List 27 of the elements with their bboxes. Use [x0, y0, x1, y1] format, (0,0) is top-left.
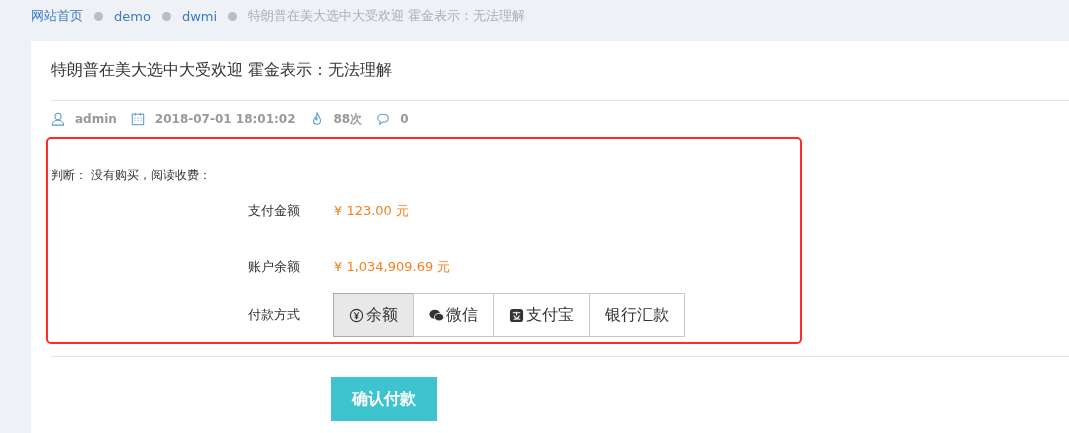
payment-notice: 判断： 没有购买，阅读收费：: [50, 167, 212, 184]
comment-count: 0: [400, 112, 409, 126]
comment-icon: [376, 112, 391, 126]
amount-value: ¥ 1,034,909.69 元: [334, 258, 451, 276]
breadcrumb-link[interactable]: demo: [114, 8, 151, 24]
field-label: 付款方式: [248, 306, 301, 324]
chat-bubbles-icon: [429, 307, 444, 323]
breadcrumb-link[interactable]: dwmi: [181, 8, 218, 24]
separator-dot: [161, 11, 171, 21]
separator-dot: [228, 11, 238, 21]
field-label: 账户余额: [248, 258, 301, 276]
payment-method-button[interactable]: 余额: [333, 293, 414, 337]
publish-date: 2018-07-01 18:01:02: [154, 112, 296, 126]
payment-method-button[interactable]: 银行汇款: [589, 293, 685, 337]
calendar-icon: [130, 112, 145, 126]
field-label: 支付金额: [248, 202, 301, 220]
payment-method-button[interactable]: 微信: [413, 293, 494, 337]
yen-coin-icon: [349, 307, 364, 323]
author-name: admin: [75, 112, 117, 126]
separator-dot: [94, 11, 103, 21]
amount-value: ¥ 123.00 元: [334, 202, 410, 220]
breadcrumb-link[interactable]: 网站首页: [31, 7, 83, 25]
payment-method-button[interactable]: 支付宝: [493, 293, 590, 337]
user-icon: [51, 112, 65, 126]
view-count: 88次: [333, 110, 363, 128]
article-title: 特朗普在美大选中大受欢迎 霍金表示：无法理解: [51, 59, 394, 81]
current-page-title: 特朗普在美大选中大受欢迎 霍金表示：无法理解: [248, 7, 526, 25]
